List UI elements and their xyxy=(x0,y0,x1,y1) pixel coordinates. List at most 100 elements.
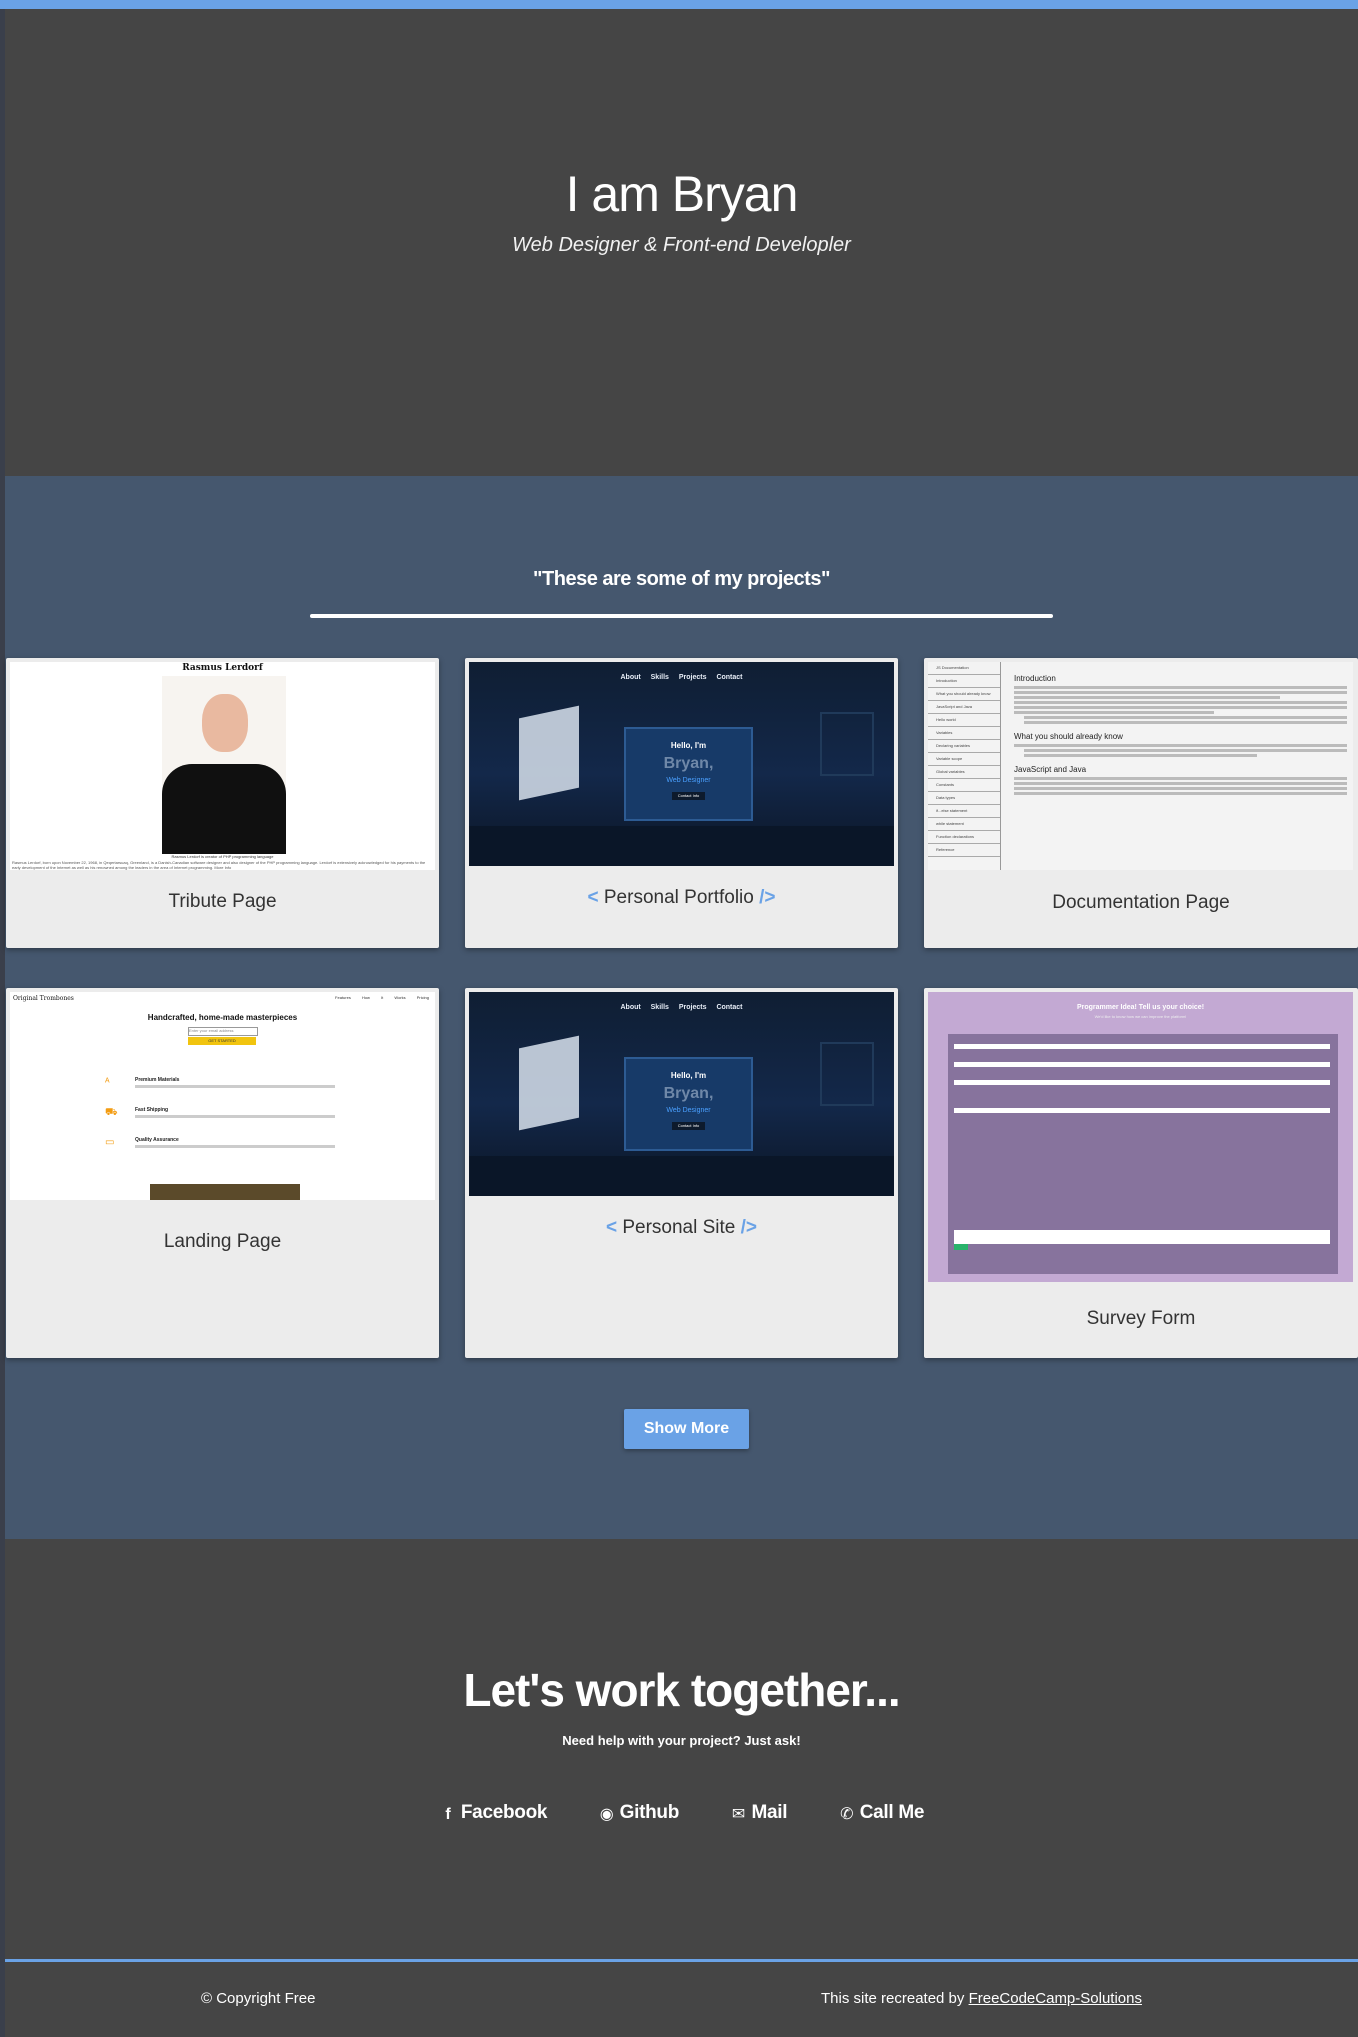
project-card-documentation[interactable]: JS Documentation Introduction What you s… xyxy=(924,658,1358,948)
credit-prefix: This site recreated by xyxy=(821,1990,969,2007)
portfolio-thumbnail[interactable]: About Skills Projects Contact Hello, I'm… xyxy=(469,662,894,866)
landing-feature-title: Premium Materials xyxy=(135,1077,180,1083)
thumb-floor xyxy=(469,826,894,866)
doc-sidebar: JS Documentation Introduction What you s… xyxy=(928,662,1001,870)
project-label-survey[interactable]: Survey Form xyxy=(924,1308,1358,1330)
top-accent-bar xyxy=(0,0,1358,9)
call-label: Call Me xyxy=(859,1802,925,1823)
bracket-open: < xyxy=(587,887,599,908)
project-card-landing[interactable]: Original Trombones Features How It Works… xyxy=(6,988,439,1358)
survey-thumb-subtitle: We'd like to know how we can improve the… xyxy=(1094,1014,1187,1019)
doc-sidebar-item: if...else statement xyxy=(928,805,1000,818)
thumb-right-window xyxy=(820,1042,874,1106)
doc-sidebar-item: Data types xyxy=(928,792,1000,805)
footer: © Copyright Free This site recreated by … xyxy=(5,1962,1358,2037)
thumb-role: Web Designer xyxy=(666,1107,711,1114)
thumb-role: Web Designer xyxy=(666,777,711,784)
phone-icon: ✆ xyxy=(840,1806,854,1823)
landing-thumb-cta: GET STARTED xyxy=(188,1037,256,1045)
facebook-link[interactable]: f Facebook xyxy=(439,1802,547,1824)
show-more-button[interactable]: Show More xyxy=(624,1409,749,1449)
github-link[interactable]: ◉ Github xyxy=(598,1802,680,1824)
copyright-text: © Copyright Free xyxy=(201,1990,316,2007)
doc-sidebar-item: Hello world xyxy=(928,714,1000,727)
doc-sidebar-item: Global variables xyxy=(928,766,1000,779)
project-label-documentation[interactable]: Documentation Page xyxy=(924,892,1358,914)
project-card-tribute[interactable]: Rasmus Lerdorf Rasmus Lerdorf is creator… xyxy=(6,658,439,948)
project-card-portfolio[interactable]: About Skills Projects Contact Hello, I'm… xyxy=(465,658,898,948)
project-label-portfolio[interactable]: < Personal Portfolio /> xyxy=(465,887,898,909)
landing-thumb-headline: Handcrafted, home-made masterpieces xyxy=(147,1013,298,1022)
landing-thumbnail[interactable]: Original Trombones Features How It Works… xyxy=(10,992,435,1200)
call-link[interactable]: ✆ Call Me xyxy=(838,1802,924,1824)
personal-site-thumbnail[interactable]: About Skills Projects Contact Hello, I'm… xyxy=(469,992,894,1196)
doc-sidebar-item: Declaring variables xyxy=(928,740,1000,753)
doc-heading-know: What you should already know xyxy=(1014,732,1123,741)
facebook-icon: f xyxy=(445,1806,451,1823)
project-card-survey[interactable]: Programmer Idea! Tell us your choice! We… xyxy=(924,988,1358,1358)
survey-thumb-form xyxy=(948,1034,1338,1274)
projects-section: "These are some of my projects" Rasmus L… xyxy=(5,476,1358,1539)
landing-thumb-video xyxy=(150,1184,300,1200)
contact-subtitle: Need help with your project? Just ask! xyxy=(562,1733,801,1748)
doc-sidebar-item: Constants xyxy=(928,779,1000,792)
thumb-name: Bryan, xyxy=(663,755,714,772)
thumb-window xyxy=(519,1035,579,1131)
doc-sidebar-item: Function declarations xyxy=(928,831,1000,844)
tribute-thumb-title: Rasmus Lerdorf xyxy=(182,663,263,673)
thumb-hello: Hello, I'm xyxy=(670,741,707,750)
doc-heading-java: JavaScript and Java xyxy=(1014,765,1087,774)
thumb-contact-button: Contact Info xyxy=(672,1122,705,1130)
landing-feature-title: Fast Shipping xyxy=(135,1107,169,1113)
contact-links: f Facebook ◉ Github ✉ Mail ✆ Call Me xyxy=(5,1802,1358,1824)
project-label-personal-site-text: Personal Site xyxy=(622,1217,736,1238)
credit-link[interactable]: FreeCodeCamp-Solutions xyxy=(969,1990,1142,2007)
github-icon: ◉ xyxy=(599,1806,614,1823)
hero-section: I am Bryan Web Designer & Front-end Deve… xyxy=(5,9,1358,476)
facebook-label: Facebook xyxy=(460,1802,548,1823)
mail-icon: ✉ xyxy=(731,1806,746,1823)
doc-sidebar-item: Reference xyxy=(928,844,1000,857)
thumb-name: Bryan, xyxy=(663,1085,714,1102)
bracket-close: /> xyxy=(759,887,776,908)
thumb-nav: About Skills Projects Contact xyxy=(620,674,743,681)
project-label-landing[interactable]: Landing Page xyxy=(6,1231,439,1253)
doc-sidebar-item: Variable scope xyxy=(928,753,1000,766)
bracket-close: /> xyxy=(740,1217,758,1238)
doc-sidebar-item: JavaScript and Java xyxy=(928,701,1000,714)
survey-thumbnail[interactable]: Programmer Idea! Tell us your choice! We… xyxy=(928,992,1353,1282)
credit-text: This site recreated by FreeCodeCamp-Solu… xyxy=(821,1990,1142,2007)
hero-subtitle: Web Designer & Front-end Developler xyxy=(512,234,851,256)
landing-thumb-email: Enter your email address xyxy=(188,1027,258,1036)
contact-section: Let's work together... Need help with yo… xyxy=(5,1539,1358,1959)
github-label: Github xyxy=(619,1802,680,1823)
thumb-right-window xyxy=(820,712,874,776)
project-label-tribute[interactable]: Tribute Page xyxy=(6,891,439,913)
bracket-open: < xyxy=(605,1217,618,1238)
photo-body xyxy=(162,764,286,854)
thumb-hello: Hello, I'm xyxy=(670,1071,707,1080)
contact-title: Let's work together... xyxy=(463,1664,900,1716)
project-label-personal-site[interactable]: < Personal Site /> xyxy=(465,1217,898,1239)
landing-thumb-links: Features How It Works Pricing xyxy=(335,995,429,1000)
mail-link[interactable]: ✉ Mail xyxy=(729,1802,788,1824)
mail-label: Mail xyxy=(751,1802,788,1823)
project-card-personal-site[interactable]: About Skills Projects Contact Hello, I'm… xyxy=(465,988,898,1358)
documentation-thumbnail[interactable]: JS Documentation Introduction What you s… xyxy=(928,662,1353,870)
doc-heading-intro: Introduction xyxy=(1014,674,1056,683)
doc-sidebar-title: JS Documentation xyxy=(928,662,1000,675)
doc-sidebar-item: Variables xyxy=(928,727,1000,740)
truck-icon: ⛟ xyxy=(105,1107,118,1118)
survey-thumb-title: Programmer Idea! Tell us your choice! xyxy=(1076,1004,1205,1011)
hero-title: I am Bryan xyxy=(565,166,799,222)
projects-heading: "These are some of my projects" xyxy=(533,568,830,590)
landing-thumb-logo: Original Trombones xyxy=(13,995,74,1002)
tribute-photo xyxy=(162,676,286,854)
tribute-thumb-caption: Rasmus Lerdorf is creator of PHP program… xyxy=(171,854,274,859)
survey-thumb-submit xyxy=(954,1244,968,1250)
tribute-thumbnail[interactable]: Rasmus Lerdorf Rasmus Lerdorf is creator… xyxy=(10,662,435,870)
fire-icon: ᴬ xyxy=(105,1077,110,1088)
photo-head xyxy=(202,694,248,752)
thumb-floor xyxy=(469,1156,894,1196)
landing-feature-title: Quality Assurance xyxy=(135,1137,179,1143)
